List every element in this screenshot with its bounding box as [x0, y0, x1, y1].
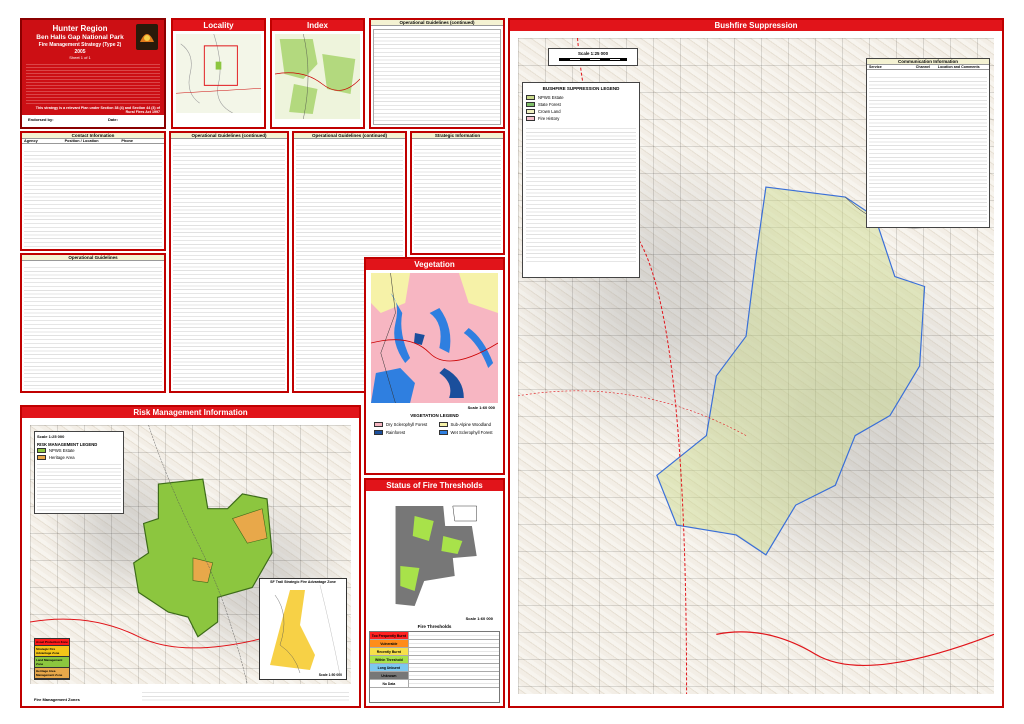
threshold-row: Within Threshold [370, 656, 499, 664]
vegetation-map [371, 273, 498, 403]
risk-legend-item: Heritage Area [37, 454, 121, 461]
bushfire-swatch-2 [526, 109, 535, 114]
threshold-row: Too Frequently Burnt [370, 632, 499, 640]
op-continued-2: Operational Guidelines (continued) [169, 131, 289, 393]
bushfire-legend-item: Crown Land [526, 108, 636, 115]
bushfire-swatch-3 [526, 116, 535, 121]
vegetation-legend-item: Sub-Alpine Woodland [438, 421, 498, 428]
threshold-row: Long Unburnt [370, 664, 499, 672]
risk-swatch-1 [37, 455, 46, 460]
park-title: Ben Halls Gap National Park [36, 34, 124, 41]
bushfire-scale: Scale 1:25 000 [577, 51, 609, 56]
vegetation-legend-item: Rainforest [374, 429, 433, 436]
vegetation-legend-item: Dry Sclerophyll Forest [374, 421, 433, 428]
index-panel: Index [270, 18, 365, 129]
bushfire-title: Bushfire Suppression [510, 20, 1002, 31]
bushfire-legend-title: BUSHFIRE SUPPRESSION LEGEND [542, 86, 620, 91]
risk-inset-scale: Scale 1:50 000 [318, 673, 342, 677]
comm-col-channel: Channel [915, 65, 930, 69]
vegetation-swatch-2 [438, 422, 448, 427]
title-block: Hunter Region Ben Halls Gap National Par… [20, 18, 166, 129]
locality-map [175, 33, 262, 114]
risk-scale: Scale 1:25 000 [37, 434, 65, 439]
communication-panel: Communication Information Service Channe… [866, 58, 990, 228]
risk-map: Scale 1:25 000 RISK MANAGEMENT LEGEND NP… [30, 425, 351, 684]
vegetation-swatch-3 [438, 430, 448, 435]
risk-panel: Risk Management Information Scale 1:25 0… [20, 405, 361, 708]
op-continued-title: Operational Guidelines (continued) [371, 20, 503, 26]
threshold-label: Unknown [370, 672, 409, 679]
risk-swatch-0 [37, 448, 46, 453]
threshold-label: Vulnerable [370, 640, 409, 647]
contact-col-phone: Phone [121, 139, 133, 143]
op-guidelines-panel: Operational Guidelines [20, 253, 166, 393]
fire-thresholds-title: Status of Fire Thresholds [366, 480, 503, 491]
fire-thresholds-map [386, 496, 491, 614]
sheet: Sheet 1 of 1 [69, 55, 91, 60]
zone-row: Land Management Zone [35, 657, 69, 668]
risk-inset: SF Trail Strategic Fire Advantage Zone S… [259, 578, 347, 680]
fire-thresholds-panel: Status of Fire Thresholds Scale 1:60 000… [364, 478, 505, 708]
threshold-row: Vulnerable [370, 640, 499, 648]
fire-thresholds-scale: Scale 1:60 000 [465, 616, 493, 621]
threshold-label: Within Threshold [370, 656, 409, 663]
threshold-row: Recently Burnt [370, 648, 499, 656]
vegetation-legend-title: VEGETATION LEGEND [410, 413, 459, 418]
bushfire-legend: BUSHFIRE SUPPRESSION LEGEND NPWS Estate … [522, 82, 640, 278]
risk-legend-item: NPWS Estate [37, 447, 121, 454]
locality-title: Locality [173, 20, 264, 31]
contact-col-agency: Agency [24, 139, 38, 143]
bushfire-legend-item: State Forest [526, 101, 636, 108]
threshold-row: Unknown [370, 672, 499, 680]
fire-zones-table: Asset Protection Zone Strategic Fire Adva… [34, 638, 70, 680]
risk-legend: Scale 1:25 000 RISK MANAGEMENT LEGEND NP… [34, 431, 124, 514]
risk-title: Risk Management Information [22, 407, 359, 418]
fire-thresholds-table-title: Fire Thresholds [417, 624, 452, 629]
risk-zone-title: Fire Management Zones [34, 697, 80, 702]
vegetation-scale: Scale 1:60 000 [467, 405, 495, 410]
strategic-panel: Strategic Information [410, 131, 505, 255]
bushfire-scale-box: Scale 1:25 000 [548, 48, 638, 66]
zone-row: Strategic Fire Advantage Zone [35, 646, 69, 657]
op-guidelines-title: Operational Guidelines [22, 255, 164, 261]
locality-panel: Locality [171, 18, 266, 129]
op-guidelines-continued-top: Operational Guidelines (continued) [369, 18, 505, 129]
date-label: Date: [107, 117, 118, 122]
bushfire-legend-item: NPWS Estate [526, 94, 636, 101]
endorsed-label: Endorsed by: [28, 117, 54, 122]
comm-col-location: Location and Comments [937, 65, 980, 69]
bushfire-panel: Bushfire Suppression Scale 1:25 000 BUSH… [508, 18, 1004, 708]
region-title: Hunter Region [52, 24, 108, 33]
threshold-label: Recently Burnt [370, 648, 409, 655]
contact-panel: Contact Information Agency Position / Lo… [20, 131, 166, 251]
title-disclaimer-text [26, 62, 160, 104]
vegetation-legend-item: Wet Sclerophyll Forest [438, 429, 498, 436]
threshold-label: No Data [370, 680, 409, 687]
op-continued-2-title: Operational Guidelines (continued) [171, 133, 287, 139]
bushfire-swatch-1 [526, 102, 535, 107]
index-title: Index [272, 20, 363, 31]
index-map [274, 33, 361, 120]
vegetation-swatch-1 [374, 430, 383, 435]
zone-row: Asset Protection Zone [35, 639, 69, 646]
bushfire-swatch-0 [526, 95, 535, 100]
strategy-note: This strategy is a relevant Plan under S… [35, 106, 160, 114]
strategy-title: Fire Management Strategy (Type 2) [38, 42, 122, 48]
vegetation-swatch-0 [374, 422, 383, 427]
zone-row: Heritage Area Management Zone [35, 668, 69, 679]
vegetation-title: Vegetation [366, 259, 503, 270]
npws-logo [136, 24, 158, 50]
threshold-label: Long Unburnt [370, 664, 409, 671]
vegetation-panel: Vegetation Scale 1:60 000 VEGETATION LEG… [364, 257, 505, 475]
bushfire-map: Scale 1:25 000 BUSHFIRE SUPPRESSION LEGE… [518, 38, 994, 694]
threshold-label: Too Frequently Burnt [370, 632, 409, 639]
comm-col-service: Service [869, 65, 882, 69]
op-continued-3-title: Operational Guidelines (continued) [294, 133, 405, 139]
threshold-row: No Data [370, 680, 499, 688]
contact-col-position: Position / Location [64, 139, 99, 143]
bushfire-legend-item: Fire History [526, 115, 636, 122]
strategic-title: Strategic Information [412, 133, 503, 139]
